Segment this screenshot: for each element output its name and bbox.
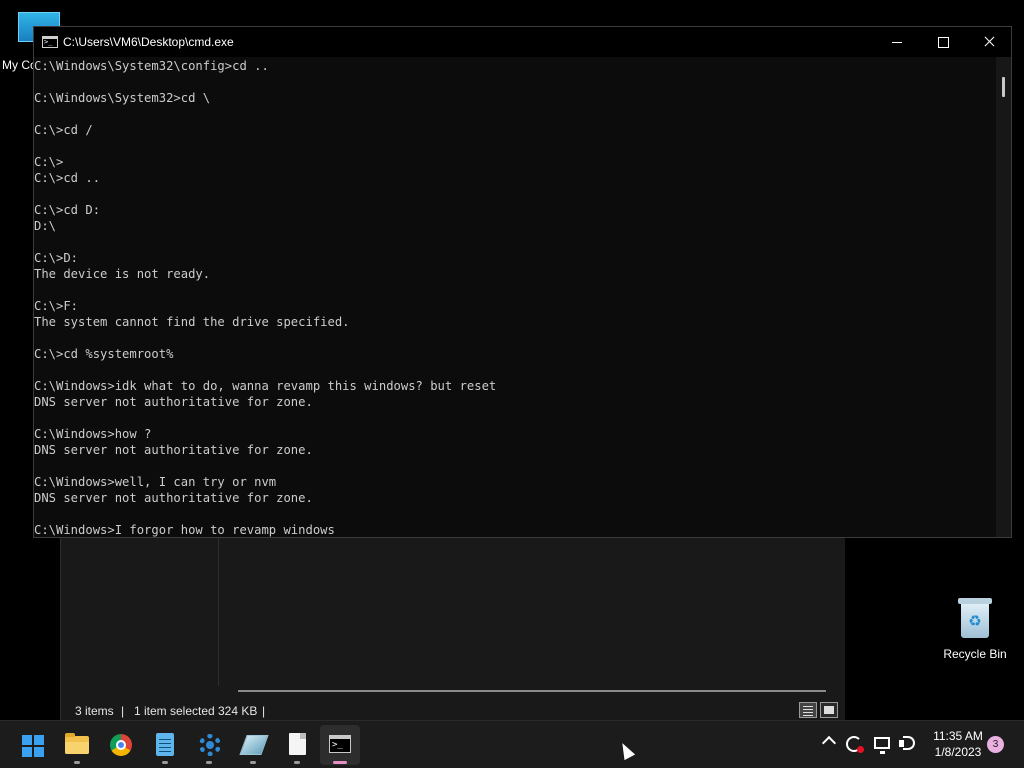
console-line: C:\>cd .. [34,171,101,185]
cmd-app-icon[interactable] [42,36,58,48]
navigation-pane[interactable] [61,536,219,686]
taskbar-document[interactable] [277,725,317,765]
taskbar-notepad[interactable] [145,725,185,765]
taskbar-settings[interactable] [189,725,229,765]
console-line: DNS server not authoritative for zone. [34,491,313,505]
console-line: C:\Windows>well, I can try or nvm [34,475,277,489]
my-computer-label: My Co [2,58,37,72]
console-line: C:\>cd D: [34,203,101,217]
volume-icon[interactable] [898,735,918,753]
taskbar-file-explorer[interactable] [57,725,97,765]
windows-logo-icon [22,735,44,757]
taskbar-chrome[interactable] [101,725,141,765]
console-line: C:\Windows\System32>cd \ [34,91,211,105]
notepad-icon [156,733,174,756]
scrollbar-thumb[interactable] [1002,77,1005,97]
details-view-button[interactable] [799,702,817,718]
console-line: C:\Windows>I forgor how to revamp window… [34,523,335,537]
close-button[interactable] [966,27,1012,57]
taskbar: 11:35 AM 1/8/2023 3 [0,720,1024,768]
network-icon[interactable] [874,737,890,754]
console-line: DNS server not authoritative for zone. [34,443,313,457]
desktop: My Co ♻ Recycle Bin 3 items | 1 item sel… [0,0,1024,722]
notification-badge[interactable]: 3 [987,736,1004,753]
console-line: The system cannot find the drive specifi… [34,315,350,329]
console-line: DNS server not authoritative for zone. [34,395,313,409]
file-explorer-window[interactable]: 3 items | 1 item selected 324 KB | [60,536,845,722]
status-size: 324 KB [218,704,258,718]
large-icons-view-button[interactable] [820,702,838,718]
vertical-scrollbar[interactable] [996,57,1011,537]
console-line: C:\>F: [34,299,79,313]
cmd-window[interactable]: C:\Users\VM6\Desktop\cmd.exe C:\Windows\… [33,26,1012,538]
maximize-button[interactable] [920,27,966,57]
console-line: C:\>D: [34,251,79,265]
sync-status-icon[interactable] [846,736,864,753]
gear-icon [199,734,221,756]
system-clock[interactable]: 11:35 AM 1/8/2023 [930,728,986,760]
console-line: C:\> [34,155,64,169]
console-line: The device is not ready. [34,267,211,281]
title-bar[interactable]: C:\Users\VM6\Desktop\cmd.exe [34,27,1011,57]
console-line: C:\>cd / [34,123,93,137]
horizontal-scrollbar[interactable] [238,690,826,692]
chrome-icon [110,734,132,756]
console-line: C:\Windows>idk what to do, wanna revamp … [34,379,497,393]
folder-icon [65,733,89,754]
registry-editor-icon [239,735,269,755]
recycle-bin-label: Recycle Bin [943,647,1007,661]
clock-time: 11:35 AM [933,729,983,743]
console-output[interactable]: C:\Windows\System32\config>cd .. C:\Windo… [34,57,996,537]
document-icon [289,733,306,755]
taskbar-registry-editor[interactable] [233,725,273,765]
recycle-bin-desktop-icon[interactable]: ♻ Recycle Bin [938,596,1012,666]
status-separator: | [121,704,125,718]
show-hidden-icons-chevron-icon[interactable] [821,735,837,751]
start-button[interactable] [12,725,52,765]
taskbar-cmd[interactable] [320,725,360,765]
console-line: C:\Windows\System32\config>cd .. [34,59,269,73]
clock-date: 1/8/2023 [934,745,982,759]
status-item-count: 3 items [75,704,114,718]
minimize-button[interactable] [874,27,920,57]
console-line: C:\Windows>how ? [34,427,152,441]
terminal-icon [329,735,351,753]
status-bar: 3 items | 1 item selected 324 KB | [61,700,846,722]
status-separator: | [262,704,266,718]
window-title: C:\Users\VM6\Desktop\cmd.exe [63,35,234,49]
console-line: D:\ [34,219,57,233]
recycle-bin-icon: ♻ [958,596,992,638]
console-line: C:\>cd %systemroot% [34,347,174,361]
status-selected: 1 item selected [134,704,215,718]
